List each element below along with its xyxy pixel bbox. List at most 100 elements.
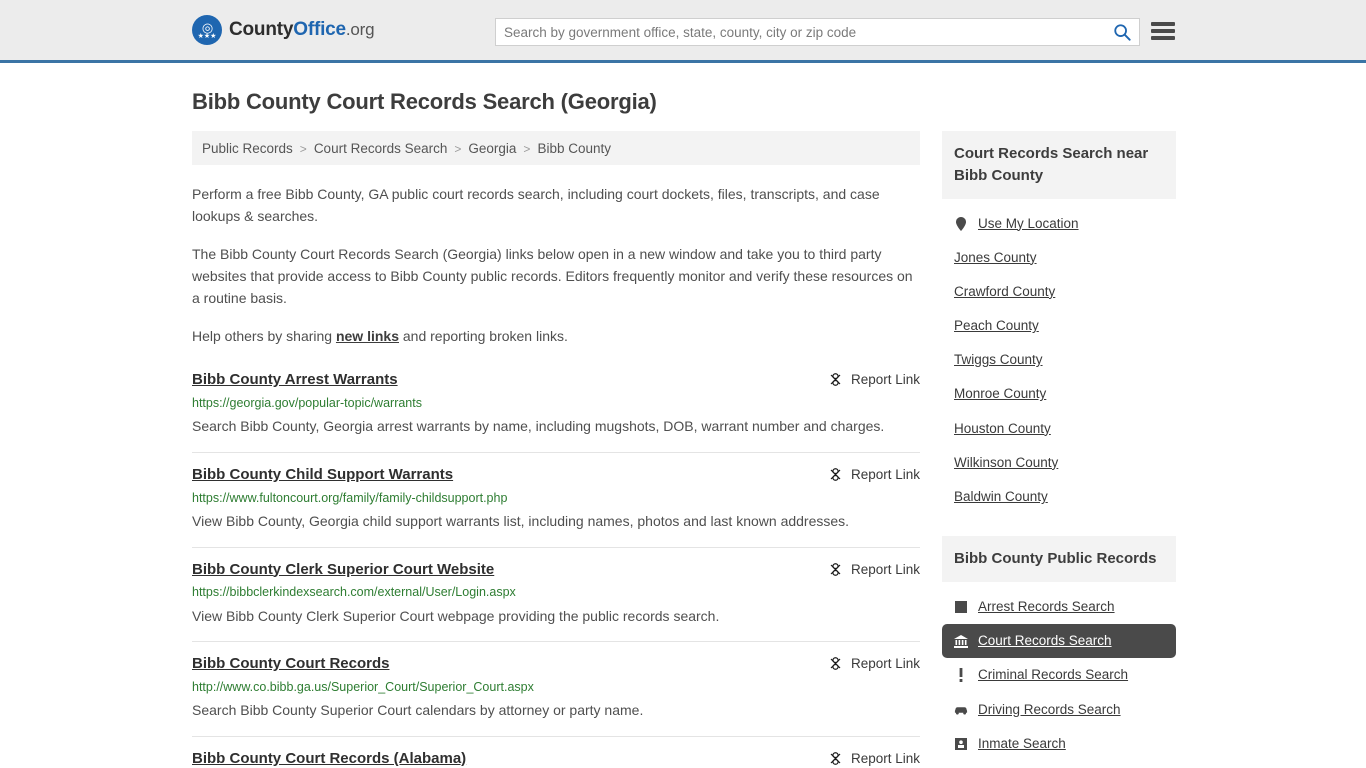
- record-link-title[interactable]: Bibb County Child Support Warrants: [192, 466, 453, 485]
- report-link-button[interactable]: Report Link: [828, 467, 920, 482]
- new-links-link[interactable]: new links: [336, 328, 399, 344]
- report-link-label: Report Link: [850, 656, 920, 672]
- sidebar-item-arrest-records-search[interactable]: Arrest Records Search: [942, 590, 1176, 624]
- sidebar-item-label: Twiggs County: [954, 352, 1043, 368]
- list-item: Bibb County Court Records Report Link ht…: [192, 655, 920, 737]
- sidebar-item-label: Criminal Records Search: [978, 667, 1129, 683]
- sidebar-item-label: Inmate Search: [978, 735, 1066, 751]
- link-header: Bibb County Court Records Report Link: [192, 655, 920, 674]
- sidebar-panel-public-records: Bibb County Public Records Arrest Record…: [942, 536, 1176, 761]
- sidebar-item-label: Houston County: [954, 420, 1051, 436]
- breadcrumb-item-3[interactable]: Bibb County: [537, 141, 611, 156]
- sidebar-nearby-heading: Court Records Search near Bibb County: [942, 131, 1176, 199]
- id-card-icon: [954, 737, 968, 750]
- breadcrumb: Public Records > Court Records Search > …: [192, 131, 920, 165]
- exclamation-icon: [954, 668, 968, 683]
- sidebar-item-label: Driving Records Search: [978, 701, 1121, 717]
- sidebar-item-driving-records-search[interactable]: Driving Records Search: [942, 693, 1176, 727]
- sidebar-item-label: Peach County: [954, 318, 1039, 334]
- sidebar-item-court-records-search[interactable]: Court Records Search: [942, 624, 1176, 659]
- list-item: Bibb County Clerk Superior Court Website…: [192, 561, 920, 643]
- sidebar-item-use-my-location[interactable]: Use My Location: [942, 207, 1176, 241]
- intro-paragraph-2: The Bibb County Court Records Search (Ge…: [192, 246, 913, 306]
- sidebar-item-inmate-search[interactable]: Inmate Search: [942, 727, 1176, 761]
- intro-paragraph-1: Perform a free Bibb County, GA public co…: [192, 186, 880, 224]
- logo-office: Office: [293, 19, 346, 40]
- intro-paragraph-3: Help others by sharing new links and rep…: [192, 326, 920, 348]
- link-header: Bibb County Court Records (Alabama) Repo…: [192, 750, 920, 768]
- sidebar-item-monroe-county[interactable]: Monroe County: [942, 377, 1176, 411]
- sidebar-item-jones-county[interactable]: Jones County: [942, 241, 1176, 275]
- record-link-description: Search Bibb County Superior Court calend…: [192, 702, 644, 719]
- sidebar-item-label: Crawford County: [954, 283, 1056, 299]
- list-item: Bibb County Court Records (Alabama) Repo…: [192, 750, 920, 768]
- site-header: ◎ ★★★ CountyOffice.org: [0, 0, 1366, 63]
- link-header: Bibb County Clerk Superior Court Website…: [192, 561, 920, 580]
- report-link-button[interactable]: Report Link: [828, 656, 920, 671]
- sidebar-item-houston-county[interactable]: Houston County: [942, 412, 1176, 446]
- report-link-label: Report Link: [850, 372, 920, 388]
- search-bar: [495, 18, 1140, 46]
- page-title: Bibb County Court Records Search (Georgi…: [192, 89, 657, 114]
- hamburger-menu-icon[interactable]: [1151, 20, 1175, 42]
- report-link-button[interactable]: Report Link: [828, 562, 920, 577]
- sidebar-item-baldwin-county[interactable]: Baldwin County: [942, 480, 1176, 514]
- report-link-label: Report Link: [850, 561, 920, 577]
- record-link-title[interactable]: Bibb County Court Records (Alabama): [192, 750, 466, 768]
- record-link-title[interactable]: Bibb County Clerk Superior Court Website: [192, 561, 494, 580]
- map-pin-icon: [954, 216, 968, 231]
- courthouse-icon: [954, 634, 968, 648]
- logo-text: CountyOffice.org: [229, 19, 375, 41]
- content-row: Public Records > Court Records Search > …: [192, 131, 1176, 768]
- record-link-url: http://www.co.bibb.ga.us/Superior_Court/…: [192, 679, 534, 694]
- intro-p3-before: Help others by sharing: [192, 328, 336, 345]
- search-input[interactable]: [496, 19, 1105, 45]
- logo-dotorg: .org: [345, 20, 375, 39]
- list-item: Bibb County Arrest Warrants Report Link …: [192, 371, 920, 453]
- intro-p3-after: and reporting broken links.: [399, 328, 568, 345]
- breadcrumb-item-2[interactable]: Georgia: [468, 141, 516, 156]
- sidebar-item-label: Arrest Records Search: [978, 598, 1115, 614]
- sidebar-item-label: Jones County: [954, 249, 1037, 265]
- record-link-description: View Bibb County, Georgia child support …: [192, 512, 850, 529]
- sidebar-item-criminal-records-search[interactable]: Criminal Records Search: [942, 658, 1176, 692]
- search-icon: [1114, 24, 1131, 41]
- broken-link-icon: [830, 657, 841, 671]
- sidebar-item-wilkinson-county[interactable]: Wilkinson County: [942, 446, 1176, 480]
- record-link-description: View Bibb County Clerk Superior Court we…: [192, 607, 720, 624]
- sidebar-item-twiggs-county[interactable]: Twiggs County: [942, 343, 1176, 377]
- broken-link-icon: [830, 467, 841, 481]
- breadcrumb-item-1[interactable]: Court Records Search: [314, 141, 448, 156]
- sidebar-panel-nearby: Court Records Search near Bibb County Us…: [942, 131, 1176, 514]
- report-link-button[interactable]: Report Link: [828, 751, 920, 766]
- fingerprint-icon: [954, 601, 968, 614]
- report-link-button[interactable]: Report Link: [828, 372, 920, 387]
- sidebar-item-peach-county[interactable]: Peach County: [942, 309, 1176, 343]
- breadcrumb-item-0[interactable]: Public Records: [202, 141, 293, 156]
- broken-link-icon: [830, 562, 841, 576]
- sidebar-public-records-list: Arrest Records Search Court Records Sear…: [942, 582, 1176, 761]
- breadcrumb-separator: >: [299, 141, 307, 156]
- car-icon: [954, 705, 968, 715]
- search-button[interactable]: [1105, 19, 1139, 45]
- link-header: Bibb County Child Support Warrants Repor…: [192, 466, 920, 485]
- sidebar-item-label: Use My Location: [978, 215, 1079, 231]
- logo-county: County: [229, 19, 294, 40]
- breadcrumb-separator: >: [454, 141, 462, 156]
- report-link-label: Report Link: [850, 750, 920, 766]
- record-link-title[interactable]: Bibb County Court Records: [192, 655, 390, 674]
- sidebar-public-records-heading: Bibb County Public Records: [942, 536, 1176, 582]
- intro-text: Perform a free Bibb County, GA public co…: [192, 184, 920, 348]
- breadcrumb-separator: >: [523, 141, 531, 156]
- sidebar-item-label: Monroe County: [954, 386, 1047, 402]
- site-logo[interactable]: ◎ ★★★ CountyOffice.org: [192, 15, 375, 45]
- record-link-url: https://www.fultoncourt.org/family/famil…: [192, 490, 508, 505]
- sidebar-nearby-list: Use My Location Jones County Crawford Co…: [942, 199, 1176, 515]
- sidebar: Court Records Search near Bibb County Us…: [942, 131, 1176, 768]
- page-container: Bibb County Court Records Search (Georgi…: [0, 89, 1366, 768]
- sidebar-item-label: Court Records Search: [978, 633, 1112, 649]
- sidebar-item-crawford-county[interactable]: Crawford County: [942, 275, 1176, 309]
- record-link-description: Search Bibb County, Georgia arrest warra…: [192, 418, 885, 435]
- record-link-url: https://bibbclerkindexsearch.com/externa…: [192, 585, 516, 600]
- record-link-title[interactable]: Bibb County Arrest Warrants: [192, 371, 398, 390]
